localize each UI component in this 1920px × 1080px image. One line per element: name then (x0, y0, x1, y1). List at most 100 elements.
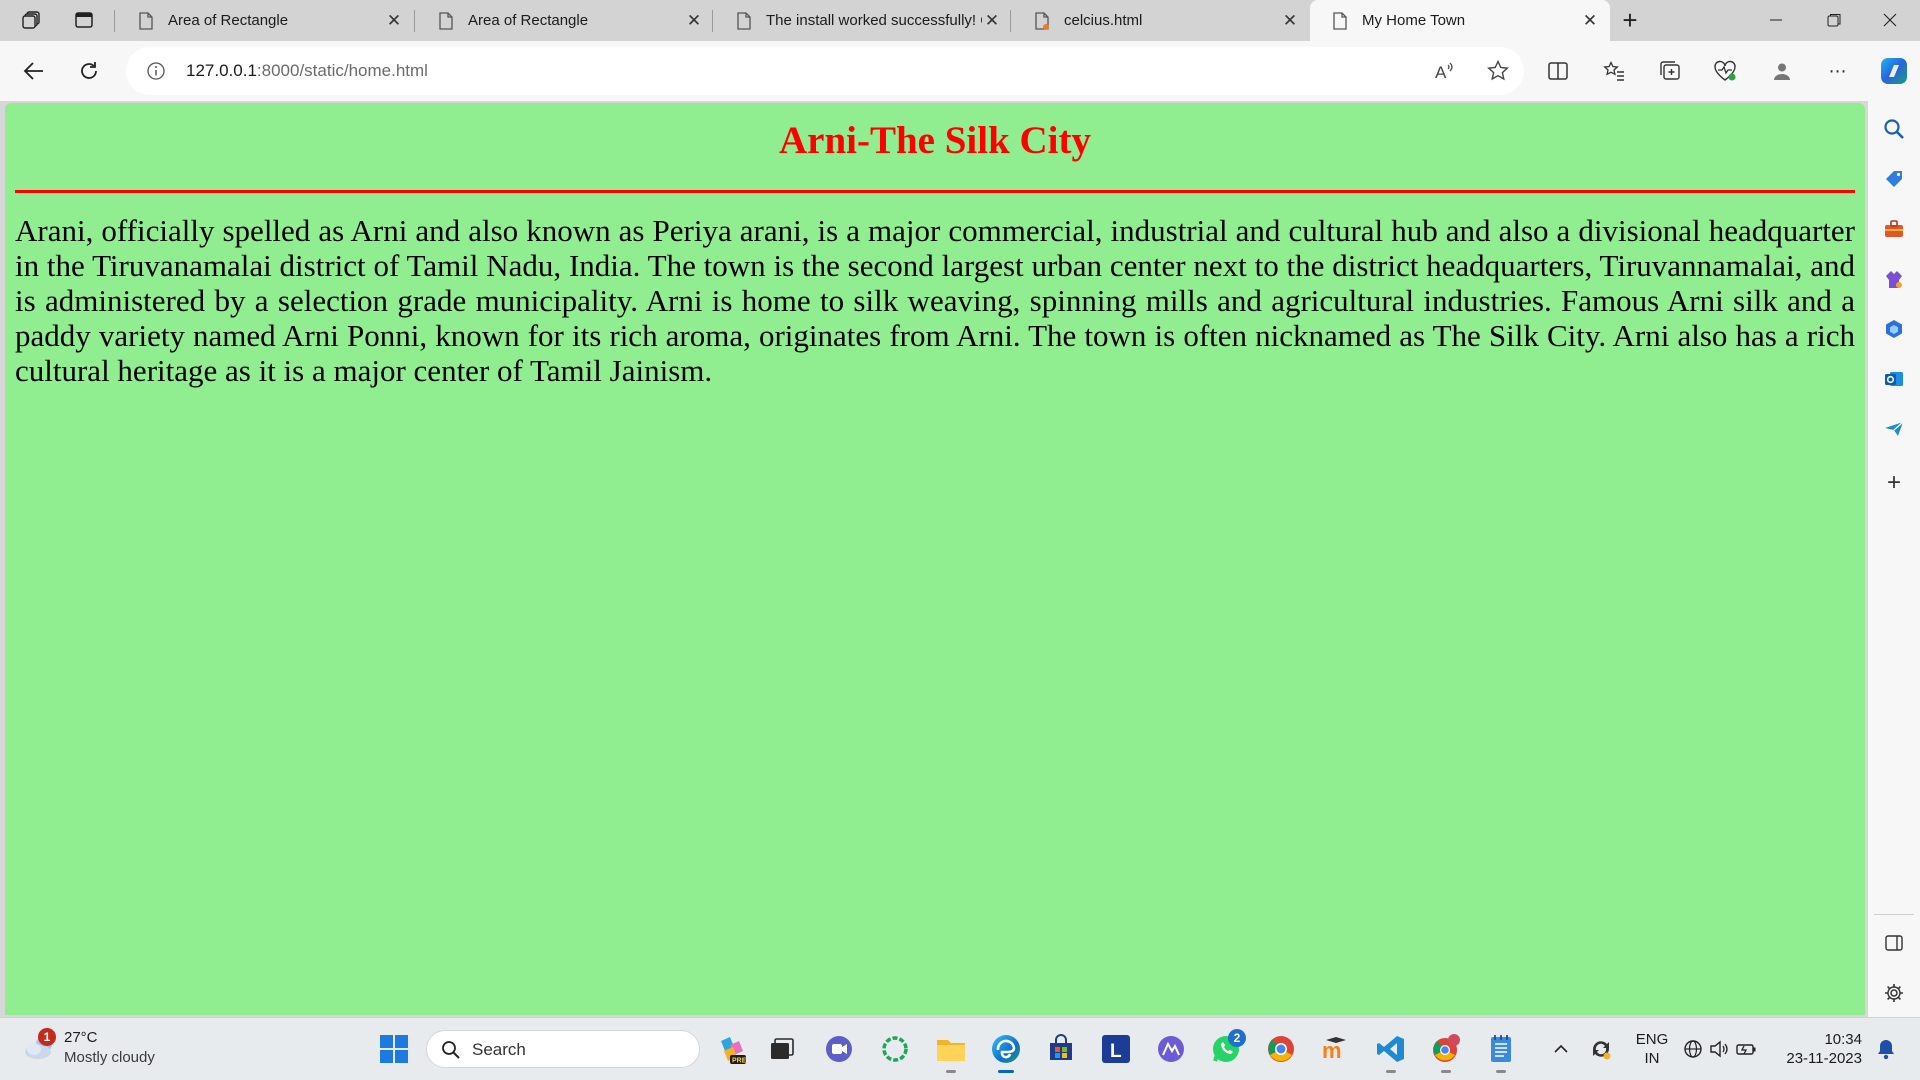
sidebar-divider (1874, 914, 1914, 915)
search-label: Search (472, 1040, 526, 1059)
edge-browser-icon[interactable] (988, 1031, 1024, 1073)
url-text[interactable]: 127.0.0.1:8000/static/home.html (186, 47, 428, 95)
vertical-tabs-icon[interactable] (66, 4, 102, 36)
copilot-icon[interactable] (1876, 53, 1912, 89)
close-icon[interactable]: ✕ (982, 11, 1002, 31)
hide-sidebar-icon[interactable] (1882, 931, 1906, 955)
chrome-profile-icon[interactable] (1428, 1031, 1464, 1073)
url-host: 127.0.0.1 (186, 61, 257, 80)
notification-bell-icon[interactable] (1868, 1031, 1904, 1067)
whatsapp-badge: 2 (1228, 1029, 1246, 1047)
page-viewport: Arni-The Silk City Arani, officially spe… (5, 103, 1865, 1015)
star-icon[interactable] (1486, 59, 1510, 83)
circular-app-icon[interactable] (877, 1031, 913, 1067)
globe-icon (1684, 1040, 1702, 1058)
address-bar[interactable]: 127.0.0.1:8000/static/home.html A (126, 47, 1524, 95)
tab-title: Area of Rectangle (468, 12, 589, 29)
restore-icon[interactable] (1806, 0, 1862, 40)
copilot-preview-icon[interactable]: PRE (714, 1031, 750, 1067)
tab-install-worked[interactable]: The install worked successfully! C ✕ (714, 0, 1012, 41)
info-icon[interactable] (146, 61, 166, 81)
clock[interactable]: 10:34 23-11-2023 (1782, 1030, 1862, 1068)
running-indicator (1441, 1070, 1451, 1073)
close-icon[interactable]: ✕ (684, 11, 704, 31)
collections-icon[interactable] (1652, 53, 1688, 89)
notepad-icon[interactable] (1483, 1031, 1519, 1073)
page-paragraph: Arani, officially spelled as Arni and al… (15, 213, 1855, 388)
aha-app-icon[interactable] (1153, 1031, 1189, 1067)
sync-icon[interactable] (1583, 1031, 1619, 1067)
games-icon[interactable] (1882, 267, 1906, 291)
input-language[interactable]: ENG IN (1632, 1030, 1672, 1068)
tab-area-of-rectangle-1[interactable]: Area of Rectangle ✕ (116, 0, 414, 41)
page-heading: Arni-The Silk City (778, 119, 1092, 162)
l-app-icon[interactable]: L (1098, 1031, 1134, 1067)
page-icon (139, 11, 153, 30)
tab-actions-icon[interactable] (14, 4, 50, 36)
tools-icon[interactable] (1882, 217, 1906, 241)
tab-my-home-town[interactable]: My Home Town ✕ (1310, 0, 1610, 41)
tab-title: celcius.html (1064, 12, 1143, 29)
tab-title: Area of Rectangle (168, 12, 289, 29)
tab-area-of-rectangle-2[interactable]: Area of Rectangle ✕ (416, 0, 714, 41)
search-icon[interactable] (1882, 117, 1906, 141)
volume-icon (1710, 1040, 1728, 1058)
language-region: IN (1644, 1050, 1660, 1067)
running-indicator (1496, 1070, 1506, 1073)
new-tab-icon[interactable]: + (1612, 4, 1648, 36)
clock-date: 23-11-2023 (1786, 1050, 1862, 1067)
windows-start-icon[interactable] (376, 1031, 412, 1067)
outlook-icon[interactable] (1882, 367, 1906, 391)
back-arrow-icon[interactable] (16, 53, 52, 89)
battery-icon (1736, 1044, 1756, 1055)
moodle-icon[interactable]: m (1318, 1031, 1354, 1067)
file-explorer-icon[interactable] (933, 1031, 969, 1073)
read-aloud-icon[interactable]: A (1432, 59, 1456, 83)
refresh-icon[interactable] (71, 53, 107, 89)
split-screen-icon[interactable] (1540, 53, 1576, 89)
teams-meet-icon[interactable] (821, 1031, 857, 1067)
running-indicator (946, 1070, 956, 1073)
vscode-icon[interactable] (1373, 1031, 1409, 1073)
shopping-tag-icon[interactable] (1882, 167, 1906, 191)
task-view-icon[interactable] (764, 1031, 800, 1067)
tab-title: The install worked successfully! C (766, 12, 982, 29)
favorites-icon[interactable] (1596, 53, 1632, 89)
add-icon[interactable]: + (1882, 469, 1906, 496)
system-tray-status[interactable] (1680, 1031, 1760, 1067)
page-icon (737, 11, 751, 30)
page-icon (1333, 11, 1347, 30)
running-indicator (1386, 1070, 1396, 1073)
svg-text:A: A (1435, 63, 1447, 82)
profile-icon[interactable] (1764, 53, 1800, 89)
close-icon[interactable]: ✕ (384, 11, 404, 31)
weather-temperature: 27°C (64, 1029, 98, 1046)
microsoft-365-icon[interactable] (1882, 317, 1906, 341)
page-icon (439, 11, 453, 30)
more-options-icon[interactable]: ⋯ (1820, 53, 1856, 89)
windows-taskbar: 1 27°C Mostly cloudy Search PRE L 2 m EN… (0, 1017, 1920, 1080)
close-icon[interactable]: ✕ (1580, 11, 1600, 31)
close-window-icon[interactable] (1862, 0, 1918, 40)
horizontal-rule (15, 190, 1855, 193)
browser-essentials-icon[interactable] (1707, 53, 1743, 89)
chrome-icon[interactable] (1263, 1031, 1299, 1067)
chevron-up-icon[interactable] (1543, 1031, 1579, 1067)
page-icon (1035, 11, 1049, 30)
close-icon[interactable]: ✕ (1280, 11, 1300, 31)
settings-gear-icon[interactable] (1882, 981, 1906, 1005)
microsoft-store-icon[interactable] (1043, 1031, 1079, 1067)
taskbar-search-box[interactable]: Search (426, 1030, 700, 1068)
tab-celcius[interactable]: celcius.html ✕ (1012, 0, 1310, 41)
weather-condition: Mostly cloudy (64, 1049, 155, 1066)
minimize-icon[interactable] (1748, 0, 1804, 40)
weather-notification-badge: 1 (38, 1028, 56, 1046)
running-indicator (998, 1070, 1014, 1073)
tab-strip: Area of Rectangle ✕ Area of Rectangle ✕ … (0, 0, 1920, 41)
send-icon[interactable] (1882, 417, 1906, 441)
browser-toolbar: 127.0.0.1:8000/static/home.html A ⋯ (0, 41, 1920, 101)
svg-text:PRE: PRE (732, 1058, 747, 1065)
edge-sidebar: + (1868, 101, 1920, 1017)
url-path: :8000/static/home.html (256, 61, 428, 80)
svg-text:L: L (1110, 1041, 1122, 1062)
